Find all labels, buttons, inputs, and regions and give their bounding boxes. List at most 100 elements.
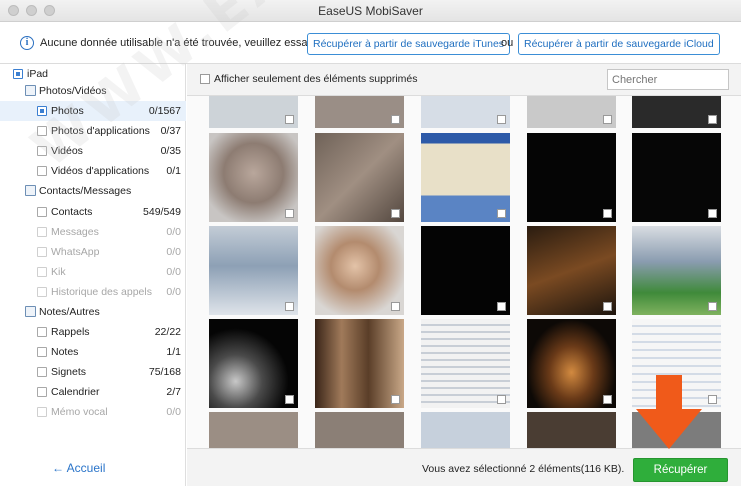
sidebar-item-call-history[interactable]: Historique des appels 0/0 [0, 282, 186, 302]
photo-thumbnail[interactable] [421, 319, 510, 408]
thumbnail-checkbox[interactable] [285, 209, 294, 218]
tree-group-notes-others[interactable]: Notes/Autres [0, 302, 186, 322]
item-checkbox[interactable] [37, 407, 47, 417]
sidebar-item-photos[interactable]: Photos 0/1567 [0, 101, 186, 121]
icloud-backup-button[interactable]: Récupérer à partir de sauvegarde iCloud [518, 33, 720, 55]
sidebar-item-messages[interactable]: Messages 0/0 [0, 222, 186, 242]
thumbnail-checkbox[interactable] [603, 209, 612, 218]
item-checkbox[interactable] [37, 126, 47, 136]
sidebar-item-notes[interactable]: Notes 1/1 [0, 342, 186, 362]
recover-button[interactable]: Récupérer [633, 458, 728, 482]
search-input[interactable] [607, 69, 729, 90]
app-window: EaseUS MobiSaver i Aucune donnée utilisa… [0, 0, 741, 486]
thumbnail-checkbox[interactable] [391, 395, 400, 404]
sidebar-item-videos[interactable]: Vidéos 0/35 [0, 141, 186, 161]
photo-thumbnail[interactable] [421, 412, 510, 448]
show-deleted-label[interactable]: Afficher seulement des éléments supprimé… [214, 73, 418, 85]
photo-thumbnail[interactable] [209, 319, 298, 408]
photo-thumbnail[interactable] [527, 319, 616, 408]
thumbnail-checkbox[interactable] [391, 209, 400, 218]
item-checkbox[interactable] [37, 367, 47, 377]
sidebar-item-label: Signets [51, 366, 87, 378]
sidebar-item-label: Mémo vocal [51, 406, 108, 418]
item-checkbox[interactable] [37, 387, 47, 397]
device-checkbox[interactable] [13, 69, 23, 79]
sidebar-item-app-photos[interactable]: Photos d'applications 0/37 [0, 121, 186, 141]
tree-group-contacts-messages[interactable]: Contacts/Messages [0, 181, 186, 201]
item-checkbox[interactable] [37, 327, 47, 337]
thumbnail-checkbox[interactable] [497, 209, 506, 218]
item-checkbox[interactable] [37, 247, 47, 257]
zoom-window-button[interactable] [44, 5, 55, 16]
thumbnail-checkbox[interactable] [708, 302, 717, 311]
sidebar-item-contacts[interactable]: Contacts 549/549 [0, 202, 186, 222]
sidebar-item-count: 0/0 [166, 246, 181, 258]
thumbnail-checkbox[interactable] [497, 115, 506, 124]
sidebar-item-whatsapp[interactable]: WhatsApp 0/0 [0, 242, 186, 262]
window-title: EaseUS MobiSaver [318, 4, 423, 18]
thumbnail-checkbox[interactable] [603, 115, 612, 124]
photo-thumbnail[interactable] [421, 226, 510, 315]
photo-thumbnail[interactable] [315, 412, 404, 448]
photo-thumbnail[interactable] [421, 96, 510, 128]
item-checkbox[interactable] [37, 347, 47, 357]
sidebar-item-label: Rappels [51, 326, 90, 338]
photo-grid [187, 96, 741, 448]
photo-thumbnail[interactable] [209, 226, 298, 315]
thumbnail-checkbox[interactable] [497, 302, 506, 311]
sidebar-item-app-videos[interactable]: Vidéos d'applications 0/1 [0, 161, 186, 181]
photo-thumbnail[interactable] [209, 412, 298, 448]
item-checkbox[interactable] [37, 166, 47, 176]
thumbnail-checkbox[interactable] [708, 115, 717, 124]
thumbnail-checkbox[interactable] [708, 209, 717, 218]
close-window-button[interactable] [8, 5, 19, 16]
thumbnail-checkbox[interactable] [603, 302, 612, 311]
title-bar: EaseUS MobiSaver [0, 0, 741, 22]
sidebar-item-count: 0/35 [160, 145, 181, 157]
photo-thumbnail[interactable] [209, 133, 298, 222]
minimize-window-button[interactable] [26, 5, 37, 16]
thumbnail-checkbox[interactable] [391, 302, 400, 311]
selection-status: Vous avez sélectionné 2 éléments(116 KB)… [422, 463, 625, 475]
thumbnail-checkbox[interactable] [708, 395, 717, 404]
photo-thumbnail[interactable] [632, 319, 721, 408]
photo-thumbnail[interactable] [421, 133, 510, 222]
photo-thumbnail[interactable] [315, 133, 404, 222]
sidebar-item-calendar[interactable]: Calendrier 2/7 [0, 382, 186, 402]
item-checkbox[interactable] [37, 106, 47, 116]
item-checkbox[interactable] [37, 207, 47, 217]
thumbnail-checkbox[interactable] [497, 395, 506, 404]
photo-thumbnail[interactable] [527, 412, 616, 448]
photo-thumbnail[interactable] [527, 133, 616, 222]
sidebar-item-kik[interactable]: Kik 0/0 [0, 262, 186, 282]
itunes-backup-button[interactable]: Récupérer à partir de sauvegarde iTunes [307, 33, 511, 55]
photo-thumbnail[interactable] [315, 96, 404, 128]
photo-thumbnail[interactable] [632, 226, 721, 315]
home-link[interactable]: ← Accueil [52, 461, 105, 475]
sidebar-item-label: Photos d'applications [51, 125, 150, 137]
info-bar: i Aucune donnée utilisable n'a été trouv… [0, 22, 741, 64]
thumbnail-checkbox[interactable] [603, 395, 612, 404]
photo-thumbnail[interactable] [527, 96, 616, 128]
photo-thumbnail[interactable] [209, 96, 298, 128]
show-deleted-checkbox[interactable] [200, 74, 210, 84]
item-checkbox[interactable] [37, 227, 47, 237]
photo-thumbnail[interactable] [315, 226, 404, 315]
item-checkbox[interactable] [37, 287, 47, 297]
photo-thumbnail[interactable] [315, 319, 404, 408]
photo-thumbnail[interactable] [527, 226, 616, 315]
thumbnail-checkbox[interactable] [285, 115, 294, 124]
thumbnail-checkbox[interactable] [285, 302, 294, 311]
photo-thumbnail[interactable] [632, 96, 721, 128]
item-checkbox[interactable] [37, 146, 47, 156]
photo-icon [25, 85, 36, 96]
photo-thumbnail[interactable] [632, 133, 721, 222]
sidebar-item-bookmarks[interactable]: Signets 75/168 [0, 362, 186, 382]
sidebar-item-voice-memo[interactable]: Mémo vocal 0/0 [0, 402, 186, 422]
thumbnail-checkbox[interactable] [391, 115, 400, 124]
item-checkbox[interactable] [37, 267, 47, 277]
photo-thumbnail[interactable] [632, 412, 721, 448]
tree-group-photos-videos[interactable]: Photos/Vidéos [0, 81, 186, 101]
sidebar-item-reminders[interactable]: Rappels 22/22 [0, 322, 186, 342]
thumbnail-checkbox[interactable] [285, 395, 294, 404]
